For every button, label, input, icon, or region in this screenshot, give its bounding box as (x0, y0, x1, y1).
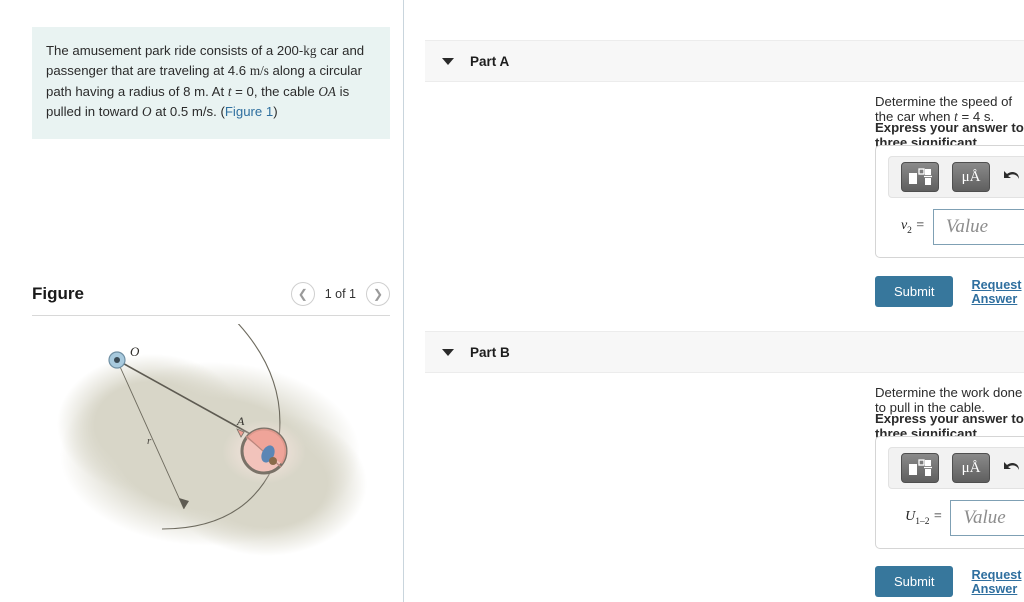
part-a-label: Part A (470, 53, 510, 69)
figure-counter: 1 of 1 (324, 286, 356, 301)
figure-title: Figure (32, 283, 84, 303)
problem-text-7: ) (273, 104, 278, 120)
origin-label: O (130, 344, 140, 359)
problem-var-o: O (142, 104, 152, 120)
units-micro-angstrom-icon[interactable]: μÅ (952, 453, 990, 483)
part-a-answer-label: v2 = (888, 218, 933, 236)
undo-icon[interactable] (1003, 460, 1021, 476)
problem-text-6: at 0.5 m/s. ( (151, 104, 225, 120)
part-b-answer-label-sub: 1–2 (915, 516, 930, 527)
problem-statement: The amusement park ride consists of a 20… (32, 27, 390, 139)
math-template-icon[interactable] (901, 453, 939, 483)
figure-pagination: ❮ 1 of 1 ❯ (290, 281, 390, 306)
radius-label: r (147, 435, 152, 447)
part-a-answer-label-suffix: = (911, 218, 925, 234)
triangle-down-icon[interactable] (442, 57, 454, 65)
problem-text-1: The amusement park ride consists of a 20… (46, 43, 304, 58)
part-a-request-answer-link[interactable]: Request Answer (971, 278, 1024, 306)
part-b-answer-label-base: U (905, 509, 916, 525)
part-b-answer-box: μÅ U1–2 = Value (875, 436, 1024, 549)
part-b-submit-button[interactable]: Submit (875, 566, 954, 597)
part-b-request-answer-link[interactable]: Request Answer (971, 568, 1024, 596)
part-b-header[interactable]: Part B (425, 331, 1024, 373)
part-a-field-row: v2 = Value Units (888, 209, 1024, 245)
pulley-o-center (114, 357, 120, 363)
figure-1-link[interactable]: Figure 1 (225, 104, 273, 119)
part-b-answer-label: U1–2 = (888, 509, 950, 527)
part-b-value-input[interactable]: Value (950, 500, 1024, 536)
part-a-submit-button[interactable]: Submit (875, 276, 954, 307)
part-a-submit-row: Submit Request Answer (875, 276, 1024, 307)
page-root: The amusement park ride consists of a 20… (0, 0, 1024, 602)
problem-text-4: = 0, the cable (231, 83, 319, 99)
math-template-icon[interactable] (901, 162, 939, 192)
part-b-label: Part B (470, 344, 510, 360)
part-a-value-input[interactable]: Value (932, 209, 1024, 245)
left-pane: The amusement park ride consists of a 20… (0, 0, 404, 602)
figure-header: Figure ❮ 1 of 1 ❯ (32, 272, 390, 316)
ride-diagram-svg: r O A (57, 324, 367, 556)
part-b-toolbar: μÅ (888, 447, 1024, 489)
right-pane: Part A Determine the speed of the car wh… (405, 0, 1024, 602)
part-b-answer-label-suffix: = (929, 509, 943, 525)
problem-var-oa: OA (318, 83, 336, 99)
units-micro-angstrom-icon[interactable]: μÅ (952, 162, 990, 192)
chevron-left-icon[interactable]: ❮ (290, 281, 315, 306)
part-b-field-row: U1–2 = Value Units (888, 500, 1024, 536)
chevron-right-icon[interactable]: ❯ (366, 281, 390, 306)
figure-image[interactable]: r O A (32, 324, 390, 594)
undo-icon[interactable] (1003, 169, 1021, 185)
rider-head (269, 457, 277, 465)
car-label: A (236, 414, 245, 428)
problem-unit-kg: kg (303, 43, 317, 58)
part-a-answer-box: μÅ v2 = Value (875, 145, 1024, 258)
part-a-toolbar: μÅ (888, 156, 1024, 198)
triangle-down-icon[interactable] (442, 348, 454, 356)
problem-unit-ms: m/s (249, 63, 269, 79)
part-a-header[interactable]: Part A (425, 40, 1024, 82)
part-b-submit-row: Submit Request Answer (875, 566, 1024, 597)
